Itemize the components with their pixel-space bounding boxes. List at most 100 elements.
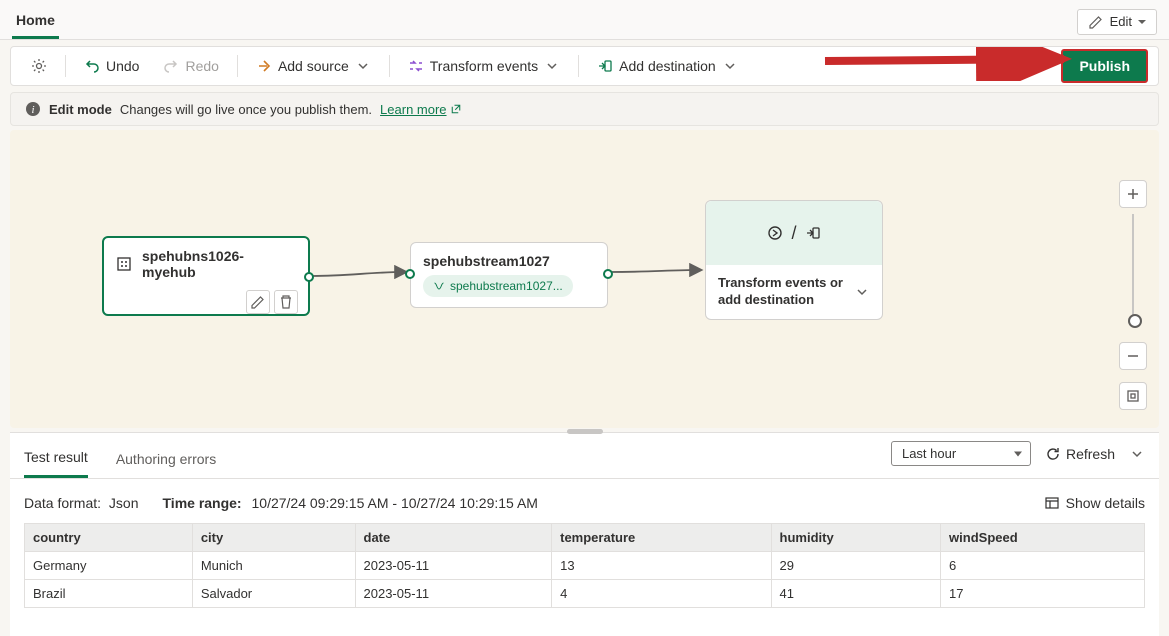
zoom-out-button[interactable] — [1119, 342, 1147, 370]
chevron-down-icon — [722, 58, 738, 74]
table-row[interactable]: BrazilSalvador2023-05-1144117 — [25, 580, 1145, 608]
node-destination-placeholder[interactable]: / Transform events or add destination — [705, 200, 883, 320]
canvas[interactable]: spehubns1026-myehub spehubstream1027 spe… — [10, 130, 1159, 428]
plus-icon — [1125, 186, 1141, 202]
dest-top: / — [706, 201, 882, 265]
add-source-label: Add source — [278, 58, 349, 74]
node-source[interactable]: spehubns1026-myehub — [102, 236, 310, 316]
table-cell: Brazil — [25, 580, 193, 608]
table-cell: Munich — [192, 552, 355, 580]
learn-more-link[interactable]: Learn more — [380, 102, 461, 117]
output-port[interactable] — [304, 272, 314, 282]
chevron-down-icon[interactable] — [854, 284, 870, 300]
tab-authoring-errors[interactable]: Authoring errors — [116, 443, 216, 477]
destination-icon — [805, 225, 821, 241]
data-format-value: Json — [109, 495, 139, 511]
table-cell: 6 — [941, 552, 1145, 580]
refresh-label: Refresh — [1066, 446, 1115, 462]
time-range-label: Time range: — [163, 495, 242, 511]
add-source-button[interactable]: Add source — [246, 53, 381, 79]
transform-icon — [408, 58, 424, 74]
refresh-button[interactable]: Refresh — [1045, 446, 1115, 462]
show-details-button[interactable]: Show details — [1044, 495, 1145, 511]
column-header[interactable]: date — [355, 524, 552, 552]
redo-icon — [163, 58, 179, 74]
output-port[interactable] — [603, 269, 613, 279]
table-row[interactable]: GermanyMunich2023-05-1113296 — [25, 552, 1145, 580]
add-source-icon — [256, 58, 272, 74]
data-format: Data format: Json — [24, 495, 139, 511]
table-cell: 2023-05-11 — [355, 580, 552, 608]
undo-button[interactable]: Undo — [74, 53, 149, 79]
chevron-down-icon — [355, 58, 371, 74]
stream-icon — [433, 280, 445, 292]
node-delete-button[interactable] — [274, 290, 298, 314]
details-icon — [1044, 495, 1060, 511]
column-header[interactable]: temperature — [552, 524, 771, 552]
edit-mode-banner: i Edit mode Changes will go live once yo… — [10, 92, 1159, 126]
stream-pill-label: spehubstream1027... — [450, 279, 563, 293]
column-header[interactable]: country — [25, 524, 193, 552]
separator — [237, 55, 238, 77]
stream-pill[interactable]: spehubstream1027... — [423, 275, 573, 297]
add-dest-label: Add destination — [619, 58, 716, 74]
zoom-controls — [1119, 180, 1147, 416]
trash-icon — [278, 294, 294, 310]
table-cell: Salvador — [192, 580, 355, 608]
chevron-down-icon — [544, 58, 560, 74]
meta-row: Data format: Json Time range: 10/27/24 0… — [10, 479, 1159, 523]
edit-dropdown-button[interactable]: Edit — [1077, 9, 1157, 35]
slash: / — [791, 223, 796, 244]
separator — [578, 55, 579, 77]
add-destination-button[interactable]: Add destination — [587, 53, 748, 79]
input-port[interactable] — [405, 269, 415, 279]
dest-title: Transform events or add destination — [718, 275, 854, 309]
pencil-icon — [1088, 14, 1104, 30]
fit-icon — [1125, 388, 1141, 404]
fit-to-screen-button[interactable] — [1119, 382, 1147, 410]
node-stream-title: spehubstream1027 — [423, 253, 595, 269]
transform-events-button[interactable]: Transform events — [398, 53, 570, 79]
bottom-panel: Test result Authoring errors Last hour R… — [10, 432, 1159, 636]
undo-label: Undo — [106, 58, 139, 74]
svg-text:i: i — [31, 104, 34, 116]
minus-icon — [1125, 348, 1141, 364]
add-destination-icon — [597, 58, 613, 74]
table-cell: 29 — [771, 552, 941, 580]
table-cell: 17 — [941, 580, 1145, 608]
column-header[interactable]: windSpeed — [941, 524, 1145, 552]
table-cell: 2023-05-11 — [355, 552, 552, 580]
settings-button[interactable] — [21, 53, 57, 79]
pencil-icon — [250, 294, 266, 310]
edit-label: Edit — [1110, 14, 1132, 29]
table-cell: 41 — [771, 580, 941, 608]
separator — [389, 55, 390, 77]
separator — [65, 55, 66, 77]
tab-test-result[interactable]: Test result — [24, 441, 88, 478]
toolbar: Undo Redo Add source Transform events Ad… — [10, 46, 1159, 86]
chevron-down-icon[interactable] — [1129, 446, 1145, 462]
transform-label: Transform events — [430, 58, 538, 74]
time-range-value: 10/27/24 09:29:15 AM - 10/27/24 10:29:15… — [252, 495, 538, 511]
zoom-slider[interactable] — [1132, 214, 1134, 324]
learn-more-label: Learn more — [380, 102, 446, 117]
caret-down-icon — [1138, 20, 1146, 24]
info-icon: i — [25, 101, 41, 117]
banner-mode: Edit mode — [49, 102, 112, 117]
node-stream[interactable]: spehubstream1027 spehubstream1027... — [410, 242, 608, 308]
column-header[interactable]: city — [192, 524, 355, 552]
show-details-label: Show details — [1066, 495, 1145, 511]
transform-icon — [767, 225, 783, 241]
zoom-in-button[interactable] — [1119, 180, 1147, 208]
redo-label: Redo — [185, 58, 218, 74]
time-range-select[interactable]: Last hour — [891, 441, 1031, 466]
table-cell: 4 — [552, 580, 771, 608]
eventhub-icon — [116, 256, 132, 272]
refresh-icon — [1045, 446, 1061, 462]
column-header[interactable]: humidity — [771, 524, 941, 552]
node-edit-button[interactable] — [246, 290, 270, 314]
undo-icon — [84, 58, 100, 74]
publish-button[interactable]: Publish — [1061, 49, 1148, 83]
node-source-title: spehubns1026-myehub — [142, 248, 296, 280]
tab-home[interactable]: Home — [12, 4, 59, 39]
